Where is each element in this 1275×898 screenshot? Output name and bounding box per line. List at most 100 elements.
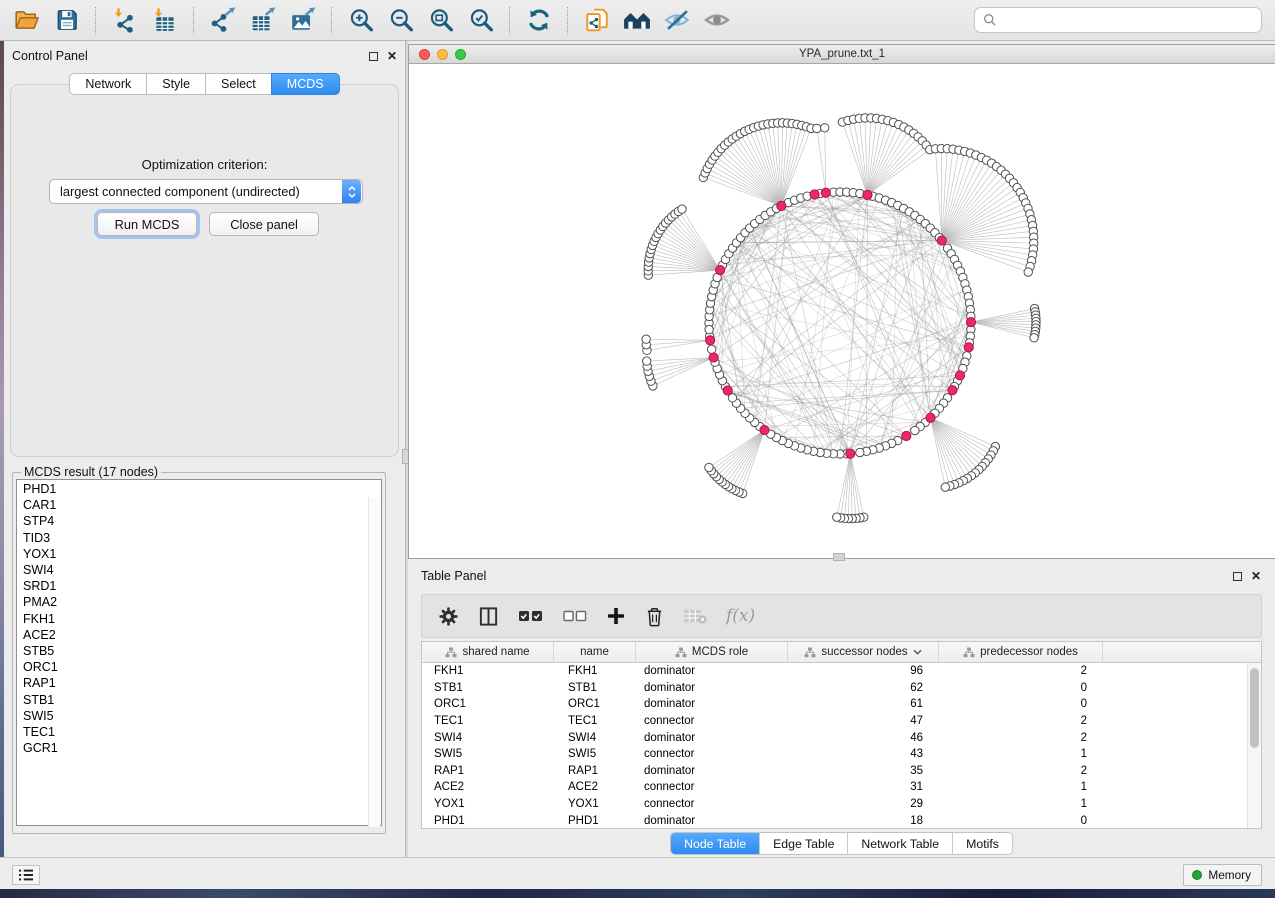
network-window-titlebar[interactable]: YPA_prune.txt_1 bbox=[409, 45, 1275, 64]
dominator-node[interactable] bbox=[716, 266, 725, 275]
mcds-result-item[interactable]: STB5 bbox=[23, 643, 381, 659]
mcds-result-item[interactable]: CAR1 bbox=[23, 497, 381, 513]
table-row[interactable]: PHD1PHD1dominator180 bbox=[422, 812, 1261, 829]
show-all-button[interactable] bbox=[698, 4, 735, 36]
search-input[interactable] bbox=[1002, 10, 1261, 30]
network-canvas[interactable] bbox=[409, 64, 1275, 558]
network-node[interactable] bbox=[833, 513, 841, 521]
zoom-in-button[interactable] bbox=[342, 4, 379, 36]
dominator-node[interactable] bbox=[810, 190, 819, 199]
network-node[interactable] bbox=[705, 325, 713, 333]
table-row[interactable]: SWI5SWI5connector431 bbox=[422, 746, 1261, 763]
tab-mcds[interactable]: MCDS bbox=[271, 73, 340, 95]
network-node[interactable] bbox=[705, 463, 713, 471]
optimization-criterion-select[interactable]: largest connected component (undirected) bbox=[49, 179, 363, 204]
minimize-traffic-light-icon[interactable] bbox=[437, 49, 448, 60]
dominator-node[interactable] bbox=[937, 236, 946, 245]
export-network-button[interactable] bbox=[204, 4, 241, 36]
show-columns-button[interactable] bbox=[478, 601, 499, 631]
table-row[interactable]: ACE2ACE2connector311 bbox=[422, 779, 1261, 796]
close-panel-icon[interactable]: ✕ bbox=[387, 50, 397, 62]
save-button[interactable] bbox=[48, 4, 85, 36]
dominator-node[interactable] bbox=[926, 413, 935, 422]
dominator-node[interactable] bbox=[846, 449, 855, 458]
close-panel-icon[interactable]: ✕ bbox=[1251, 570, 1261, 582]
mcds-result-list[interactable]: PHD1CAR1STP4TID3YOX1SWI4SRD1PMA2FKH1ACE2… bbox=[16, 479, 382, 826]
mcds-result-item[interactable]: TID3 bbox=[23, 530, 381, 546]
dominator-node[interactable] bbox=[821, 188, 830, 197]
table-row[interactable]: TEC1TEC1connector472 bbox=[422, 713, 1261, 730]
open-button[interactable] bbox=[8, 4, 45, 36]
deselect-all-button[interactable] bbox=[563, 601, 587, 631]
dominator-node[interactable] bbox=[777, 201, 786, 210]
select-all-button[interactable] bbox=[518, 601, 544, 631]
hide-selected-button[interactable] bbox=[658, 4, 695, 36]
mcds-result-item[interactable]: TEC1 bbox=[23, 724, 381, 740]
mcds-result-item[interactable]: SRD1 bbox=[23, 578, 381, 594]
duplicate-network-button[interactable] bbox=[578, 4, 615, 36]
table-row[interactable]: FKH1FKH1dominator962 bbox=[422, 663, 1261, 680]
tab-network-table[interactable]: Network Table bbox=[847, 833, 952, 854]
zoom-out-button[interactable] bbox=[382, 4, 419, 36]
network-node[interactable] bbox=[821, 124, 829, 132]
dominator-node[interactable] bbox=[964, 343, 973, 352]
column-header-name[interactable]: name bbox=[554, 642, 636, 662]
network-node[interactable] bbox=[941, 483, 949, 491]
dominator-node[interactable] bbox=[863, 190, 872, 199]
mcds-result-item[interactable]: GCR1 bbox=[23, 740, 381, 756]
network-graph[interactable] bbox=[409, 64, 1275, 558]
mcds-result-item[interactable]: SWI4 bbox=[23, 562, 381, 578]
panel-list-button[interactable] bbox=[12, 865, 40, 885]
table-row[interactable]: SWI4SWI4dominator462 bbox=[422, 729, 1261, 746]
dominator-node[interactable] bbox=[723, 386, 732, 395]
mcds-result-item[interactable]: STP4 bbox=[23, 513, 381, 529]
tab-motifs[interactable]: Motifs bbox=[952, 833, 1012, 854]
export-image-button[interactable] bbox=[284, 4, 321, 36]
dominator-node[interactable] bbox=[709, 353, 718, 362]
close-traffic-light-icon[interactable] bbox=[419, 49, 430, 60]
close-panel-button[interactable]: Close panel bbox=[209, 212, 319, 236]
run-mcds-button[interactable]: Run MCDS bbox=[97, 212, 197, 236]
mcds-result-item[interactable]: PMA2 bbox=[23, 594, 381, 610]
network-node[interactable] bbox=[678, 205, 686, 213]
float-panel-icon[interactable] bbox=[369, 52, 378, 61]
column-header-MCDS-role[interactable]: MCDS role bbox=[636, 642, 788, 662]
result-scrollbar[interactable] bbox=[368, 497, 380, 827]
network-node[interactable] bbox=[813, 124, 821, 132]
create-column-button[interactable] bbox=[606, 601, 626, 631]
float-panel-icon[interactable] bbox=[1233, 572, 1242, 581]
export-table-button[interactable] bbox=[244, 4, 281, 36]
network-node[interactable] bbox=[911, 426, 919, 434]
mcds-result-item[interactable]: FKH1 bbox=[23, 611, 381, 627]
mcds-result-item[interactable]: STB1 bbox=[23, 692, 381, 708]
dominator-node[interactable] bbox=[948, 386, 957, 395]
column-header-predecessor-nodes[interactable]: predecessor nodes bbox=[939, 642, 1103, 662]
delete-column-button[interactable] bbox=[645, 601, 664, 631]
maximize-traffic-light-icon[interactable] bbox=[455, 49, 466, 60]
network-node[interactable] bbox=[642, 335, 650, 343]
tab-select[interactable]: Select bbox=[205, 73, 272, 95]
column-header-shared-name[interactable]: shared name bbox=[422, 642, 554, 662]
table-scrollbar[interactable] bbox=[1247, 663, 1261, 828]
tab-style[interactable]: Style bbox=[146, 73, 206, 95]
zoom-selected-button[interactable] bbox=[462, 4, 499, 36]
mcds-result-item[interactable]: RAP1 bbox=[23, 675, 381, 691]
import-network-button[interactable] bbox=[106, 4, 143, 36]
tab-network[interactable]: Network bbox=[69, 73, 147, 95]
dominator-node[interactable] bbox=[902, 431, 911, 440]
mcds-result-item[interactable]: YOX1 bbox=[23, 546, 381, 562]
table-row[interactable]: YOX1YOX1connector291 bbox=[422, 796, 1261, 813]
scrollbar-thumb[interactable] bbox=[1250, 668, 1259, 748]
tab-edge-table[interactable]: Edge Table bbox=[759, 833, 847, 854]
first-neighbors-button[interactable] bbox=[618, 4, 655, 36]
tab-node-table[interactable]: Node Table bbox=[671, 833, 759, 854]
horizontal-splitter-handle[interactable] bbox=[833, 553, 845, 561]
network-node[interactable] bbox=[1030, 334, 1038, 342]
network-node[interactable] bbox=[707, 345, 715, 353]
dominator-node[interactable] bbox=[955, 371, 964, 380]
column-header-successor-nodes[interactable]: successor nodes bbox=[788, 642, 939, 662]
mcds-result-item[interactable]: ORC1 bbox=[23, 659, 381, 675]
zoom-fit-button[interactable] bbox=[422, 4, 459, 36]
table-settings-button[interactable] bbox=[438, 601, 459, 631]
network-node[interactable] bbox=[856, 448, 864, 456]
